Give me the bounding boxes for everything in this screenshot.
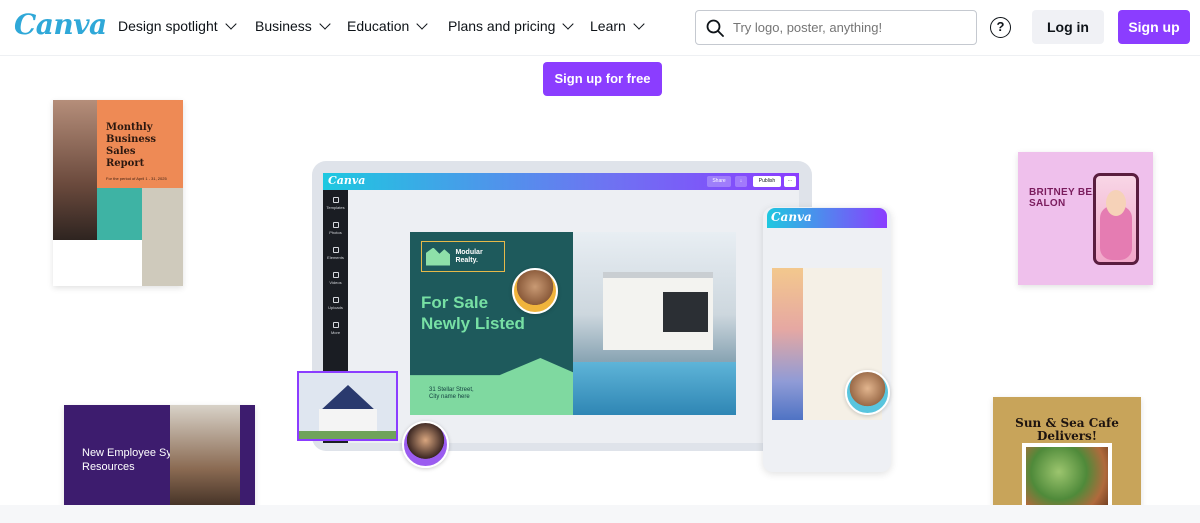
address-line-2: City name here <box>429 394 470 400</box>
nav-business[interactable]: Business <box>255 18 331 34</box>
more-button[interactable]: ··· <box>784 176 796 187</box>
house-thumbnail[interactable] <box>297 371 398 441</box>
bottom-strip <box>0 505 1200 523</box>
nav-plans-and-pricing[interactable]: Plans and pricing <box>448 18 575 34</box>
nav-label: Learn <box>590 18 626 34</box>
collaborator-avatar <box>845 370 890 415</box>
share-button[interactable]: Share <box>707 176 731 187</box>
side-label: Videos <box>329 280 342 285</box>
side-label: More <box>330 330 341 335</box>
grey-block <box>142 188 183 286</box>
nav-design-spotlight[interactable]: Design spotlight <box>118 18 237 34</box>
editor-logo: Canva <box>328 174 366 187</box>
nav-label: Education <box>347 18 410 34</box>
realty-mark-icon <box>426 247 451 266</box>
food-photo <box>1026 447 1108 509</box>
help-icon[interactable]: ? <box>990 17 1011 38</box>
search-input[interactable] <box>733 20 963 35</box>
canva-logo[interactable]: Canva <box>14 8 107 41</box>
search-bar[interactable] <box>695 10 977 45</box>
chevron-down-icon <box>633 18 645 30</box>
side-item-uploads[interactable]: Uploads <box>323 297 348 310</box>
listing-design[interactable]: Modular Realty. For Sale Newly Listed 31… <box>410 232 736 415</box>
template-card-sales-report[interactable]: Monthly Business Sales Report For the pe… <box>53 100 183 286</box>
phone-logo: Canva <box>771 210 812 224</box>
face-graphic <box>1106 190 1126 216</box>
side-item-photos[interactable]: Photos <box>323 222 348 235</box>
chevron-down-icon <box>416 18 428 30</box>
side-label: Elements <box>327 255 344 260</box>
house-lawn <box>299 431 396 439</box>
template-card-employee-system[interactable]: New Employee System and Resources <box>64 405 255 512</box>
side-label: Uploads <box>328 305 343 310</box>
photos-icon <box>332 222 339 228</box>
portrait-photo <box>53 100 97 240</box>
headline-line-1: For Sale <box>421 293 489 312</box>
collaborator-avatar <box>402 421 449 468</box>
publish-button[interactable]: Publish <box>753 176 781 187</box>
editor-topbar: Canva Share ↓ Publish ··· <box>323 173 799 190</box>
elements-icon <box>332 247 339 253</box>
chevron-down-icon <box>319 18 331 30</box>
nav-label: Design spotlight <box>118 18 218 34</box>
listing-address: 31 Stellar Street, City name here <box>429 387 474 401</box>
headline-line-2: Newly Listed <box>421 314 525 333</box>
nav-label: Plans and pricing <box>448 18 556 34</box>
search-icon <box>706 19 724 37</box>
more-icon <box>332 322 339 328</box>
nav-education[interactable]: Education <box>347 18 428 34</box>
top-nav: Canva Design spotlight Business Educatio… <box>0 0 1200 56</box>
side-label: Templates <box>326 205 345 210</box>
uploads-icon <box>332 297 339 303</box>
handshake-photo <box>170 405 240 512</box>
side-item-more[interactable]: More <box>323 322 348 335</box>
side-item-elements[interactable]: Elements <box>323 247 348 260</box>
videos-icon <box>332 272 339 278</box>
modern-house <box>603 272 713 350</box>
report-header: Monthly Business Sales Report For the pe… <box>97 100 183 188</box>
phone-gradient-strip <box>772 268 803 420</box>
chevron-down-icon <box>562 18 575 30</box>
report-title: Monthly Business Sales Report <box>106 122 157 169</box>
login-button[interactable]: Log in <box>1032 10 1104 44</box>
pool <box>573 362 736 415</box>
signup-free-button[interactable]: Sign up for free <box>543 62 662 96</box>
house-body <box>319 409 377 433</box>
side-item-templates[interactable]: Templates <box>323 197 348 210</box>
realty-logo: Modular Realty. <box>421 241 505 272</box>
cafe-title: Sun & Sea Cafe Delivers! <box>1015 416 1119 443</box>
side-label: Photos <box>329 230 342 235</box>
report-subtitle: For the period of April 1 - 31, 2025 <box>106 176 167 181</box>
nav-learn[interactable]: Learn <box>590 18 645 34</box>
phone-graphic <box>1093 173 1139 265</box>
collaborator-avatar <box>512 268 558 314</box>
nav-label: Business <box>255 18 312 34</box>
house-window <box>663 292 708 332</box>
food-photo-frame <box>1022 443 1112 513</box>
templates-icon <box>332 197 339 203</box>
teal-block <box>97 188 142 240</box>
house-roof <box>320 385 376 411</box>
chevron-down-icon <box>224 18 237 30</box>
listing-headline: For Sale Newly Listed <box>421 292 525 334</box>
side-item-videos[interactable]: Videos <box>323 272 348 285</box>
download-icon[interactable]: ↓ <box>735 176 747 187</box>
realty-name: Modular Realty. <box>455 248 483 264</box>
signup-button[interactable]: Sign up <box>1118 10 1190 44</box>
house-photo <box>573 232 736 415</box>
address-line-1: 31 Stellar Street, <box>429 387 474 393</box>
template-card-beauty-salon[interactable]: BRITNEY BEAUTY & SALON <box>1018 152 1153 285</box>
